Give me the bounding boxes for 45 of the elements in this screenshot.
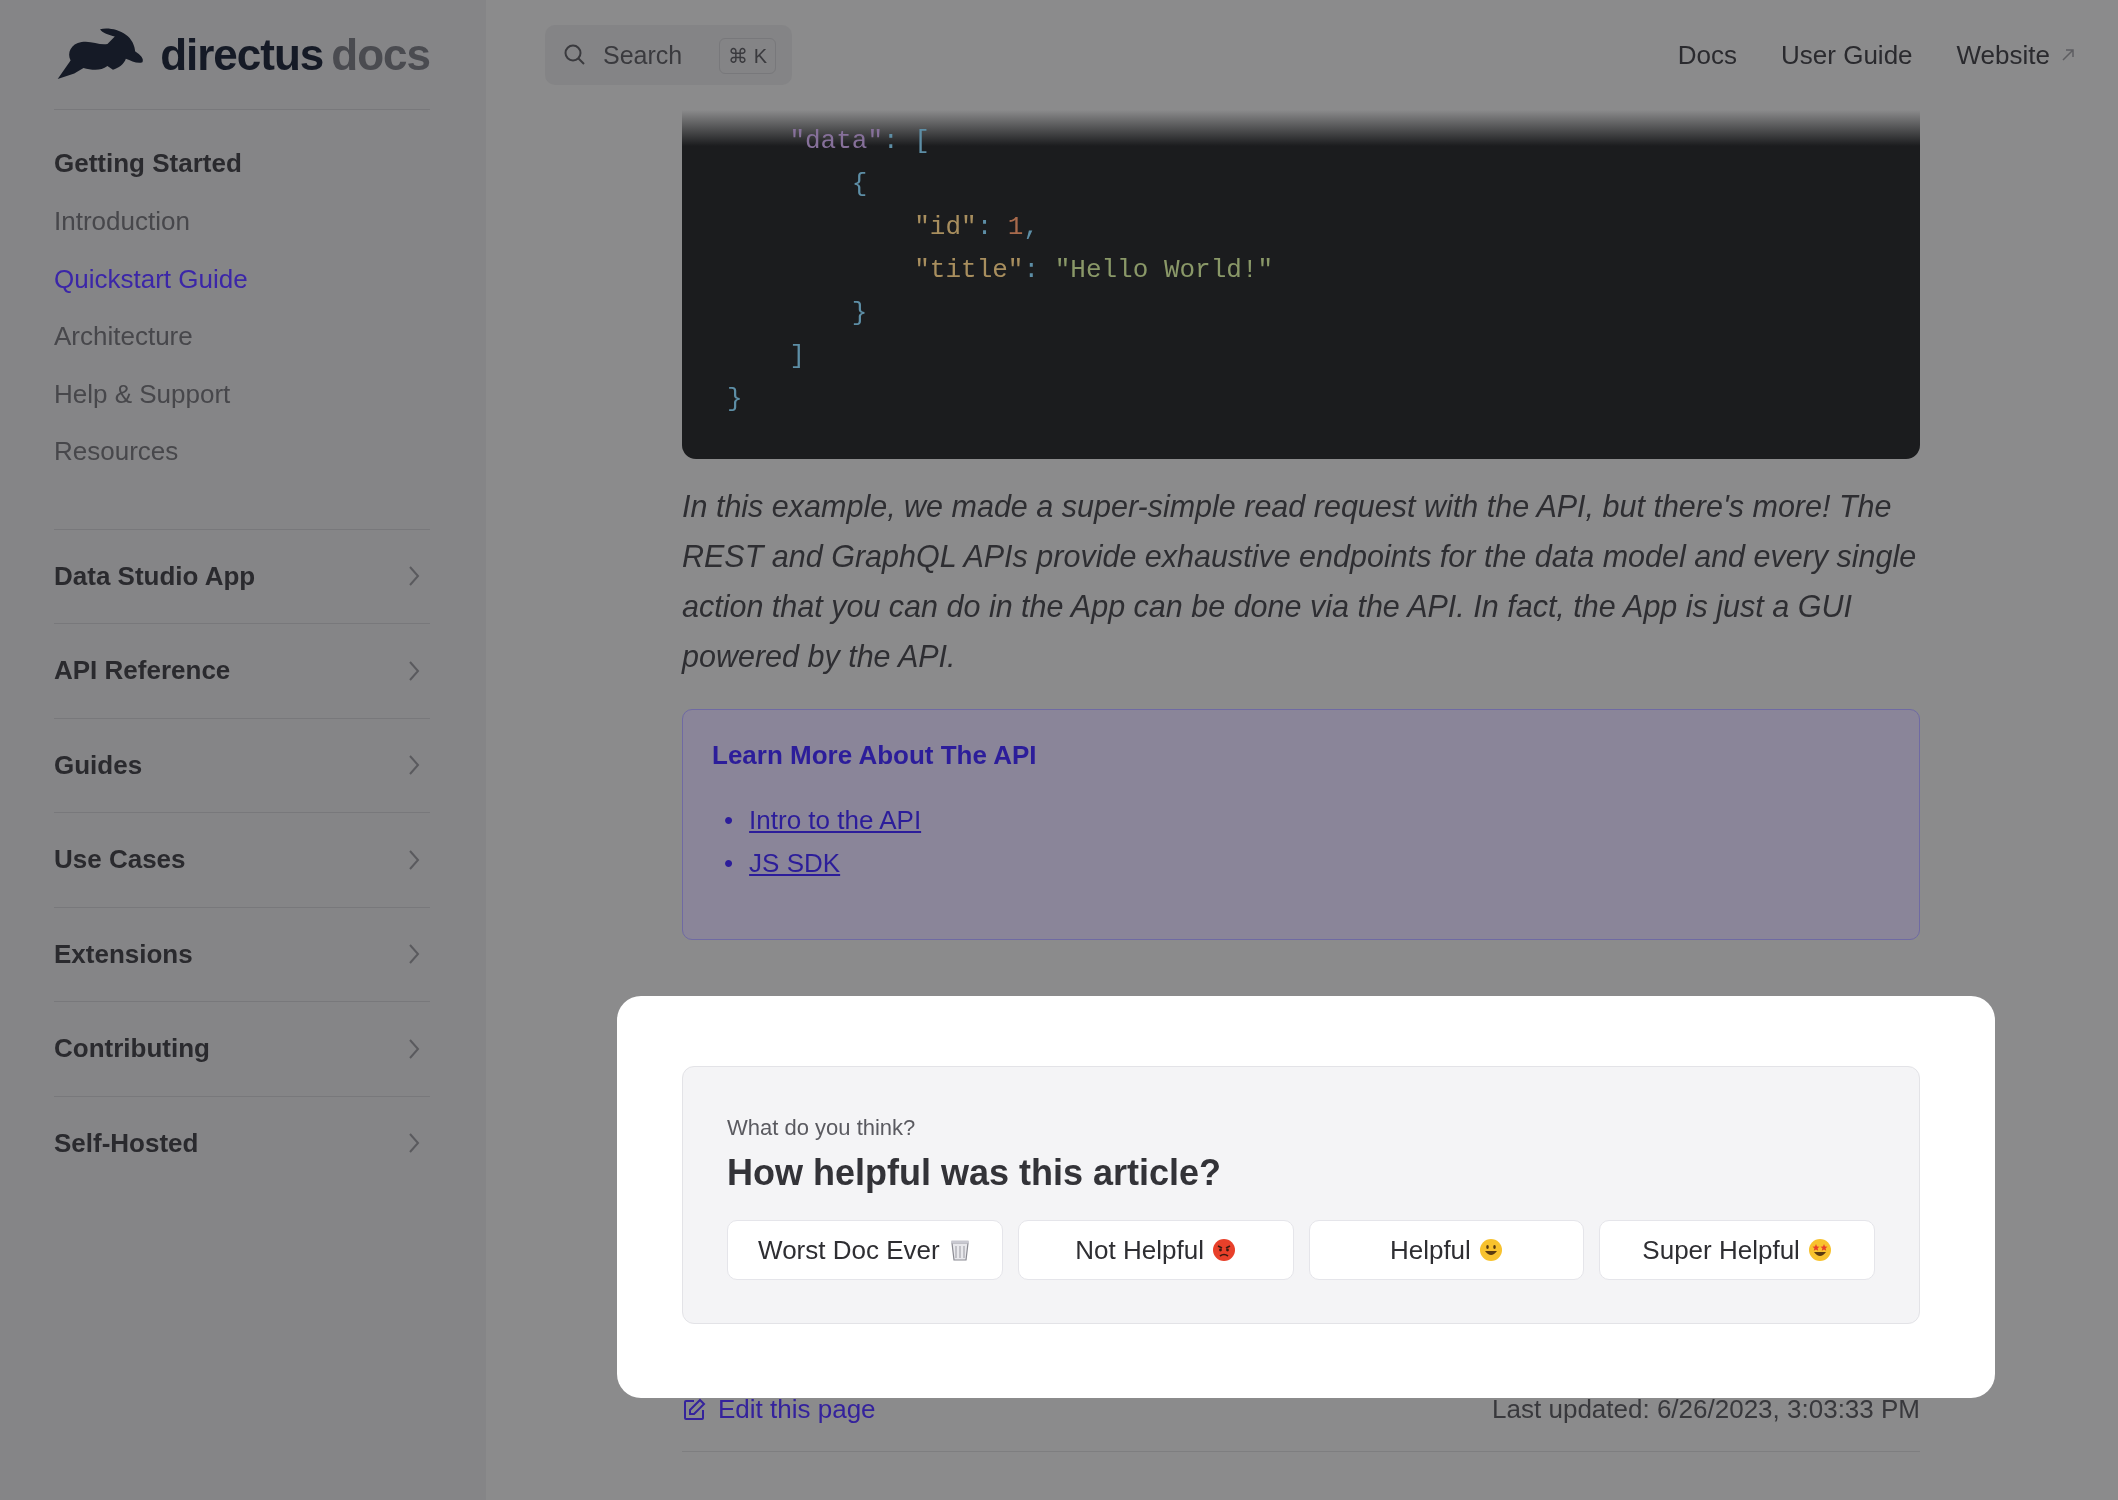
edit-icon — [682, 1397, 706, 1422]
sidebar-group[interactable]: Self-Hosted — [54, 1095, 430, 1190]
code-line: } — [850, 297, 869, 330]
nav-link[interactable]: Website — [1956, 35, 2050, 75]
feedback-option-button[interactable]: Helpful — [1308, 1220, 1585, 1280]
sidebar-group[interactable]: Guides — [54, 717, 430, 812]
sidebar-item[interactable]: Quickstart Guide — [54, 250, 430, 308]
feedback-option-button[interactable]: Super Helpful — [1599, 1220, 1875, 1280]
feedback-option-button[interactable]: Not Helpful — [1017, 1220, 1294, 1280]
sidebar-item[interactable]: Architecture — [54, 308, 430, 366]
search-icon — [563, 43, 587, 67]
code-line: "title": "Hello World!" — [913, 254, 1275, 287]
smiley-face-icon — [1478, 1238, 1503, 1262]
doc-link[interactable]: JS SDK — [749, 842, 841, 885]
callout-title: Learn More About The API — [712, 739, 1038, 772]
sidebar-section-title: Getting Started — [54, 147, 243, 180]
doc-link[interactable]: Intro to the API — [749, 799, 922, 842]
sidebar-group[interactable]: Contributing — [54, 1001, 430, 1096]
feedback-question: How helpful was this article? — [727, 1151, 1223, 1195]
angry-face-icon — [1211, 1238, 1236, 1262]
code-line: ] — [788, 340, 806, 373]
sidebar-group[interactable]: Extensions — [54, 906, 430, 1001]
bullet: • — [724, 847, 734, 880]
nav-link[interactable]: User Guide — [1781, 35, 1913, 75]
feedback-eyebrow: What do you think? — [727, 1114, 917, 1142]
nav-link[interactable]: Docs — [1677, 35, 1738, 75]
sidebar-item[interactable]: Help & Support — [54, 365, 430, 423]
logo-suffix: docs — [331, 28, 430, 81]
edit-page-link[interactable]: Edit this page — [682, 1390, 876, 1429]
sidebar-group[interactable]: API Reference — [54, 623, 430, 718]
last-updated-text: Last updated: 6/26/2023, 3:03:33 PM — [1492, 1393, 1920, 1426]
code-line: "data": [ — [788, 125, 931, 158]
code-line: } — [727, 383, 744, 416]
code-line: "id": 1, — [913, 211, 1041, 244]
shortcut-key: ⌘ K — [719, 38, 776, 74]
sidebar-group[interactable]: Data Studio App — [54, 528, 430, 623]
sidebar-group[interactable]: Use Cases — [54, 812, 430, 907]
sidebar-item[interactable]: Resources — [54, 423, 430, 481]
feedback-option-button[interactable]: Worst Doc Ever — [727, 1220, 1003, 1280]
logo-text: directus — [160, 28, 324, 81]
bullet: • — [724, 804, 734, 837]
paragraph: In this example, we made a super-simple read request with the API, but there's more! The REST and GraphQL APIs provide exhaustive endpoints for the data model and every single action that you can do in the App can be done via the API. In fact, the App is just a GUI powered by the API. — [682, 488, 1918, 676]
star-struck-face-icon — [1807, 1238, 1832, 1262]
sidebar-item[interactable]: Introduction — [54, 193, 430, 251]
code-line: { — [850, 168, 869, 201]
